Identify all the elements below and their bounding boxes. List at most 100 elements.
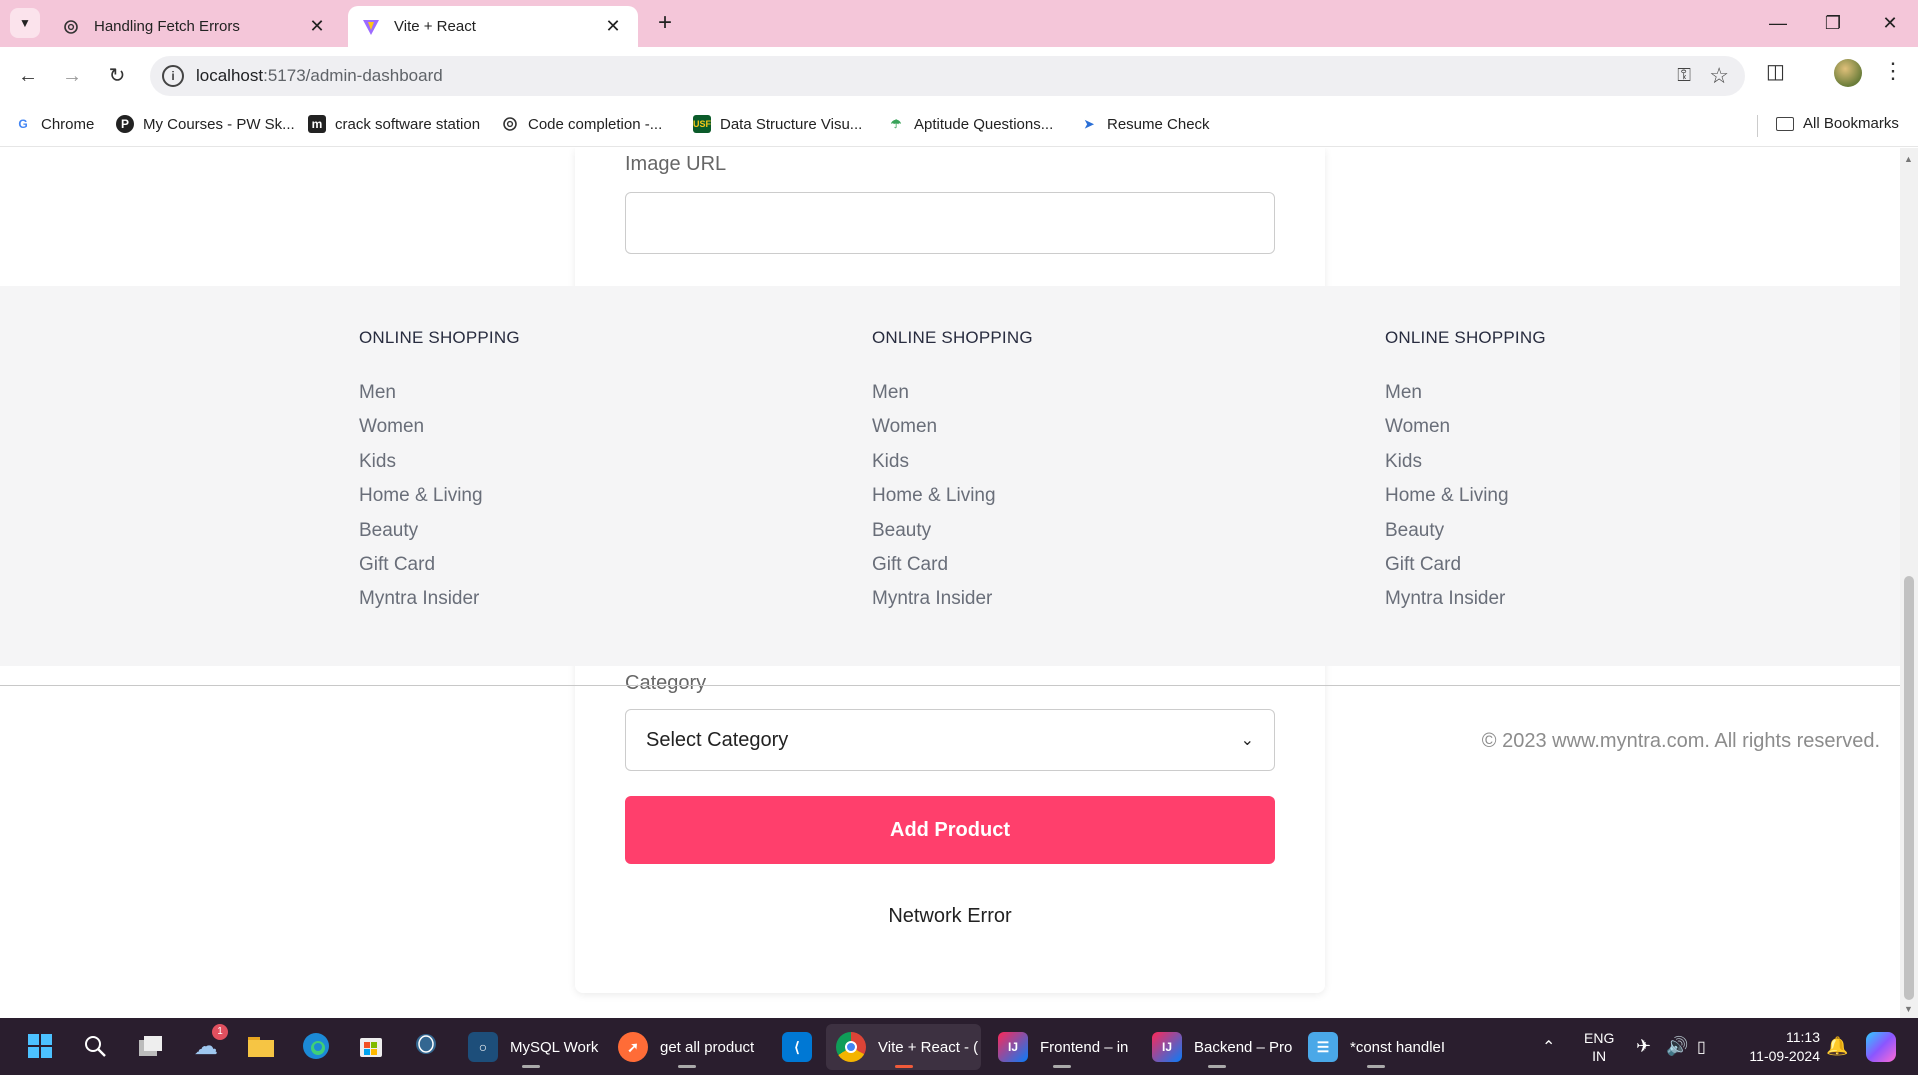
footer-link-beauty[interactable]: Beauty	[872, 514, 1033, 548]
footer-link-men[interactable]: Men	[359, 376, 520, 410]
bookmark-code-completion[interactable]: Code completion -...	[501, 115, 662, 133]
close-window-icon[interactable]: ✕	[1870, 8, 1910, 38]
footer-link-women[interactable]: Women	[872, 410, 1033, 444]
minimize-icon[interactable]: —	[1758, 8, 1798, 38]
footer-link-gift-card[interactable]: Gift Card	[1385, 548, 1546, 582]
search-icon[interactable]	[79, 1030, 111, 1062]
weather-icon[interactable]: ☁ 1	[190, 1024, 228, 1062]
browser-tab-bar: ▼ Handling Fetch Errors ✕ Vite + React ✕…	[0, 0, 1918, 47]
restore-icon[interactable]: ❐	[1813, 8, 1853, 38]
tab-search-dropdown-icon[interactable]: ▼	[10, 8, 40, 38]
close-tab-icon[interactable]: ✕	[306, 16, 328, 37]
footer-link-women[interactable]: Women	[1385, 410, 1546, 444]
windows-start-icon[interactable]	[24, 1030, 56, 1062]
vscode-icon: ⟨	[782, 1032, 812, 1062]
show-hidden-icons-icon[interactable]: ⌃	[1542, 1018, 1555, 1075]
footer-link-beauty[interactable]: Beauty	[359, 514, 520, 548]
footer-link-home-living[interactable]: Home & Living	[1385, 479, 1546, 513]
footer-link-myntra-insider[interactable]: Myntra Insider	[359, 582, 520, 616]
image-url-input[interactable]	[625, 192, 1275, 254]
input-language-indicator[interactable]: ENG IN	[1584, 1018, 1614, 1075]
browser-tab-handling-fetch-errors[interactable]: Handling Fetch Errors ✕	[48, 6, 342, 47]
running-indicator	[894, 1065, 913, 1068]
taskbar-app-vscode[interactable]: ⟨	[772, 1024, 822, 1070]
footer-link-kids[interactable]: Kids	[1385, 445, 1546, 479]
close-tab-icon[interactable]: ✕	[602, 16, 624, 37]
taskbar-app-chrome[interactable]: Vite + React - (	[826, 1024, 981, 1070]
extensions-icon[interactable]: ◫	[1766, 59, 1785, 84]
intellij-icon: IJ	[1152, 1032, 1182, 1062]
taskbar-app-mysql[interactable]: ○ MySQL Work	[458, 1024, 603, 1070]
footer-link-beauty[interactable]: Beauty	[1385, 514, 1546, 548]
scrollbar-thumb[interactable]	[1904, 576, 1914, 1000]
browser-tab-vite-react[interactable]: Vite + React ✕	[348, 6, 638, 47]
copilot-icon[interactable]	[1866, 1018, 1896, 1075]
footer-link-men[interactable]: Men	[872, 376, 1033, 410]
bookmark-chrome[interactable]: G Chrome	[14, 115, 94, 133]
footer-link-gift-card[interactable]: Gift Card	[872, 548, 1033, 582]
scroll-down-icon[interactable]: ▼	[1904, 1004, 1913, 1014]
running-indicator	[1053, 1065, 1071, 1068]
footer-column-heading: ONLINE SHOPPING	[1385, 328, 1546, 347]
taskbar-app-intellij-backend[interactable]: IJ Backend – Pro	[1142, 1024, 1292, 1070]
volume-icon[interactable]: 🔊	[1666, 1018, 1688, 1075]
category-select[interactable]: Select Category ⌄	[625, 709, 1275, 771]
url-text[interactable]: localhost:5173/admin-dashboard	[196, 66, 443, 86]
taskbar-app-intellij-frontend[interactable]: IJ Frontend – in	[988, 1024, 1136, 1070]
footer-link-myntra-insider[interactable]: Myntra Insider	[872, 582, 1033, 616]
bookmarks-divider	[1757, 115, 1758, 137]
pw-icon: P	[116, 115, 134, 133]
page-scrollbar[interactable]: ▲ ▼	[1900, 148, 1918, 1018]
mysql-icon: ○	[468, 1032, 498, 1062]
back-icon[interactable]: ←	[12, 60, 44, 92]
footer-link-men[interactable]: Men	[1385, 376, 1546, 410]
bookmark-star-icon[interactable]: ☆	[1709, 63, 1729, 89]
bookmark-my-courses[interactable]: P My Courses - PW Sk...	[116, 115, 295, 133]
add-product-button[interactable]: Add Product	[625, 796, 1275, 864]
footer-column: ONLINE SHOPPING Men Women Kids Home & Li…	[359, 328, 520, 617]
clock[interactable]: 11:13 11-09-2024	[1740, 1018, 1820, 1075]
footer-link-home-living[interactable]: Home & Living	[872, 479, 1033, 513]
footer-link-women[interactable]: Women	[359, 410, 520, 444]
notifications-bell-icon[interactable]: 🔔	[1826, 1018, 1848, 1075]
password-key-icon[interactable]: ⚿	[1677, 65, 1691, 86]
footer-divider	[0, 685, 1900, 686]
store-icon[interactable]	[355, 1030, 387, 1062]
site-info-icon[interactable]: i	[162, 65, 184, 87]
category-selected-value: Select Category	[646, 728, 789, 751]
forward-icon[interactable]: →	[56, 60, 88, 92]
footer-link-kids[interactable]: Kids	[359, 445, 520, 479]
reload-icon[interactable]: ↻	[101, 60, 133, 92]
footer-link-gift-card[interactable]: Gift Card	[359, 548, 520, 582]
postgres-icon[interactable]	[410, 1030, 442, 1062]
taskbar-app-notepad[interactable]: ☰ *const handleI	[1298, 1024, 1453, 1070]
airplane-mode-icon[interactable]: ✈	[1636, 1018, 1651, 1075]
folder-icon	[1776, 116, 1794, 131]
new-tab-icon[interactable]: +	[650, 8, 680, 38]
m-icon: m	[308, 115, 326, 133]
running-indicator	[521, 1065, 540, 1068]
running-indicator	[678, 1065, 696, 1068]
tab-title: Handling Fetch Errors	[94, 18, 240, 35]
more-menu-icon[interactable]: ⋮	[1882, 58, 1904, 84]
bookmark-data-structure[interactable]: USF Data Structure Visu...	[693, 115, 862, 133]
taskbar-app-postman[interactable]: ➚ get all product	[608, 1024, 766, 1070]
scroll-up-icon[interactable]: ▲	[1904, 154, 1913, 164]
address-bar[interactable]: i localhost:5173/admin-dashboard ⚿ ☆	[150, 56, 1745, 96]
profile-avatar[interactable]	[1834, 59, 1862, 87]
all-bookmarks-button[interactable]: All Bookmarks	[1776, 115, 1899, 132]
battery-icon[interactable]: ▯	[1697, 1018, 1706, 1075]
footer-column: ONLINE SHOPPING Men Women Kids Home & Li…	[1385, 328, 1546, 617]
bookmark-resume-check[interactable]: ➤ Resume Check	[1080, 115, 1210, 133]
footer-column-heading: ONLINE SHOPPING	[359, 328, 520, 347]
footer-link-home-living[interactable]: Home & Living	[359, 479, 520, 513]
footer-link-myntra-insider[interactable]: Myntra Insider	[1385, 582, 1546, 616]
notepad-icon: ☰	[1308, 1032, 1338, 1062]
edge-icon[interactable]	[300, 1030, 332, 1062]
task-view-icon[interactable]	[135, 1030, 167, 1062]
bookmark-aptitude[interactable]: ☂ Aptitude Questions...	[887, 115, 1054, 133]
file-explorer-icon[interactable]	[245, 1030, 277, 1062]
bookmark-crack-software[interactable]: m crack software station	[308, 115, 480, 133]
category-label: Category	[625, 672, 707, 694]
footer-link-kids[interactable]: Kids	[872, 445, 1033, 479]
